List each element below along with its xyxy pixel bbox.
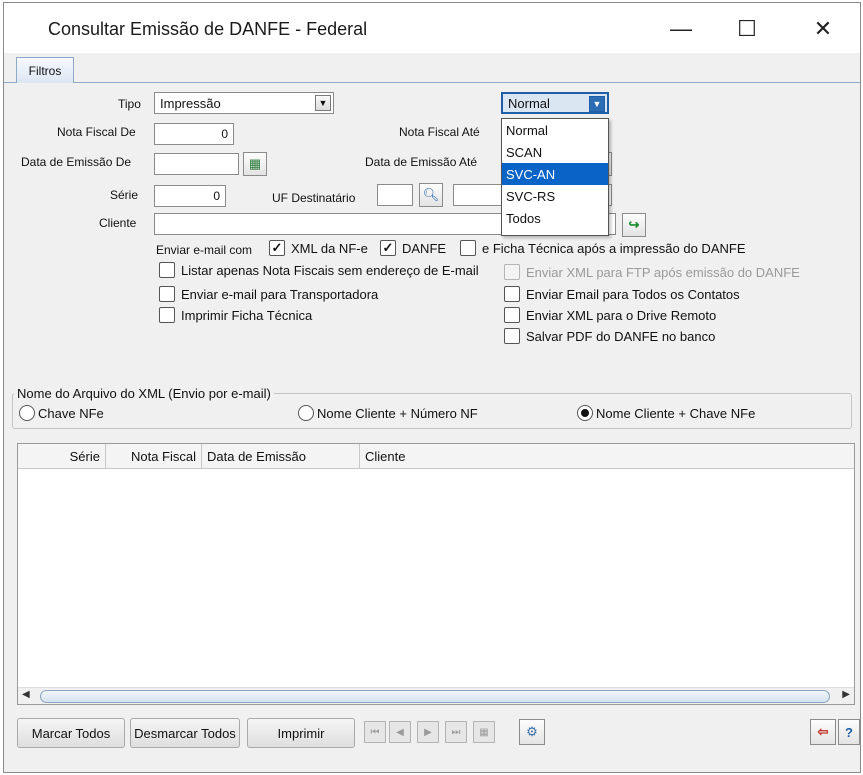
emission-mode-select[interactable]: Normal ▼	[501, 92, 609, 114]
help-icon[interactable]: ?	[838, 719, 860, 745]
tipo-select[interactable]: Impressão ▼	[154, 92, 334, 114]
uf-label: UF Destinatário	[272, 191, 356, 205]
column-header-nota-fiscal[interactable]: Nota Fiscal	[106, 444, 202, 469]
results-grid[interactable]: Série Nota Fiscal Data de Emissão Client…	[17, 443, 855, 705]
first-record-icon[interactable]: ⏮	[364, 721, 386, 743]
pdf-banco-checkbox[interactable]: Salvar PDF do DANFE no banco	[504, 328, 715, 344]
data-de-label: Data de Emissão De	[21, 155, 132, 169]
horizontal-scrollbar[interactable]: ◀ ▶	[18, 687, 854, 704]
email-transportadora-checkbox[interactable]: Enviar e-mail para Transportadora	[159, 286, 378, 302]
email-transportadora-label: Enviar e-mail para Transportadora	[181, 286, 379, 302]
radio-cliente-chave-nfe-label: Nome Cliente + Chave NFe	[596, 405, 756, 421]
dropdown-option-svc-an[interactable]: SVC-AN	[502, 163, 608, 185]
xml-nfe-label: XML da NF-e	[291, 240, 368, 256]
scroll-left-icon[interactable]: ◀	[22, 689, 30, 700]
main-window: Consultar Emissão de DANFE - Federal — ☐…	[3, 2, 861, 773]
tab-strip: Filtros	[4, 53, 860, 83]
title-bar: Consultar Emissão de DANFE - Federal — ☐…	[4, 3, 860, 53]
email-todos-contatos-label: Enviar Email para Todos os Contatos	[526, 286, 740, 302]
xml-drive-label: Enviar XML para o Drive Remoto	[526, 307, 717, 323]
email-todos-contatos-checkbox[interactable]: Enviar Email para Todos os Contatos	[504, 286, 740, 302]
uf-input[interactable]	[377, 184, 413, 206]
previous-record-icon[interactable]: ◀	[389, 721, 411, 743]
danfe-checkbox[interactable]: ✓ DANFE	[380, 240, 446, 256]
green-arrow-icon[interactable]: ↪	[622, 213, 646, 237]
radio-chave-nfe[interactable]: Chave NFe	[19, 405, 104, 421]
data-ate-label: Data de Emissão Até	[365, 155, 478, 169]
column-header-data-emissao[interactable]: Data de Emissão	[202, 444, 360, 469]
enviar-email-label: Enviar e-mail com	[156, 243, 253, 257]
window-title: Consultar Emissão de DANFE - Federal	[48, 19, 368, 39]
scrollbar-thumb[interactable]	[40, 690, 830, 703]
grid-header: Série Nota Fiscal Data de Emissão Client…	[18, 444, 854, 469]
settings-icon[interactable]: ⚙	[519, 719, 545, 745]
nf-de-input[interactable]: 0	[154, 123, 234, 145]
close-button[interactable]: ✕	[800, 11, 846, 47]
emission-mode-dropdown[interactable]: Normal SCAN SVC-AN SVC-RS Todos	[501, 118, 609, 236]
danfe-label: DANFE	[402, 240, 447, 256]
minimize-button[interactable]: —	[658, 11, 704, 47]
maximize-button[interactable]: ☐	[724, 11, 770, 47]
radio-selected-icon	[577, 405, 593, 421]
dropdown-option-todos[interactable]: Todos	[502, 207, 608, 229]
radio-cliente-numero-nf-label: Nome Cliente + Número NF	[317, 405, 478, 421]
column-header-cliente[interactable]: Cliente	[360, 444, 854, 469]
search-icon[interactable]: 🔍︎	[419, 183, 443, 207]
last-record-icon[interactable]: ⏭	[445, 721, 467, 743]
checkbox-check-icon: ✓	[269, 240, 285, 256]
chevron-down-icon: ▼	[589, 96, 605, 112]
ficha-tecnica-apos-checkbox[interactable]: e Ficha Técnica após a impressão do DANF…	[460, 240, 746, 256]
imprimir-ficha-checkbox[interactable]: Imprimir Ficha Técnica	[159, 307, 312, 323]
tab-filtros[interactable]: Filtros	[16, 57, 74, 83]
radio-cliente-numero-nf[interactable]: Nome Cliente + Número NF	[298, 405, 478, 421]
radio-chave-nfe-label: Chave NFe	[38, 405, 104, 421]
dropdown-option-svc-rs[interactable]: SVC-RS	[502, 185, 608, 207]
column-header-serie[interactable]: Série	[18, 444, 106, 469]
listar-sem-email-label: Listar apenas Nota Fiscais sem endereço …	[181, 262, 479, 278]
listar-sem-email-checkbox[interactable]: Listar apenas Nota Fiscais sem endereço …	[159, 262, 479, 278]
serie-label: Série	[110, 188, 139, 202]
xml-ftp-label: Enviar XML para FTP após emissão do DANF…	[526, 264, 800, 280]
calendar-icon[interactable]: ▦	[243, 152, 267, 176]
pdf-banco-label: Salvar PDF do DANFE no banco	[526, 328, 716, 344]
scroll-right-icon[interactable]: ▶	[842, 689, 850, 700]
chevron-down-icon: ▼	[315, 95, 331, 111]
cliente-label: Cliente	[99, 216, 137, 230]
tipo-select-value: Impressão	[160, 95, 221, 111]
desmarcar-todos-button[interactable]: Desmarcar Todos	[130, 718, 240, 748]
xml-drive-checkbox[interactable]: Enviar XML para o Drive Remoto	[504, 307, 716, 323]
imprimir-button[interactable]: Imprimir	[247, 718, 355, 748]
marcar-todos-button[interactable]: Marcar Todos	[17, 718, 125, 748]
nf-ate-label: Nota Fiscal Até	[399, 125, 480, 139]
serie-input[interactable]: 0	[154, 185, 226, 207]
xml-group-title: Nome do Arquivo do XML (Envio por e-mail…	[14, 386, 274, 401]
grid-view-icon[interactable]: ▦	[473, 721, 495, 743]
next-record-icon[interactable]: ▶	[417, 721, 439, 743]
dropdown-option-normal[interactable]: Normal	[502, 119, 608, 141]
tipo-label: Tipo	[118, 97, 141, 111]
imprimir-ficha-label: Imprimir Ficha Técnica	[181, 307, 313, 323]
emission-mode-value: Normal	[508, 95, 550, 111]
nf-de-label: Nota Fiscal De	[57, 125, 136, 139]
data-de-input[interactable]	[154, 153, 239, 175]
xml-nfe-checkbox[interactable]: ✓ XML da NF-e	[269, 240, 368, 256]
exit-icon[interactable]: ⇦	[810, 719, 836, 745]
xml-ftp-checkbox: Enviar XML para FTP após emissão do DANF…	[504, 264, 800, 280]
checkbox-check-icon: ✓	[380, 240, 396, 256]
ficha-tecnica-apos-label: e Ficha Técnica após a impressão do DANF…	[482, 240, 746, 256]
dropdown-option-scan[interactable]: SCAN	[502, 141, 608, 163]
radio-cliente-chave-nfe[interactable]: Nome Cliente + Chave NFe	[577, 405, 755, 421]
